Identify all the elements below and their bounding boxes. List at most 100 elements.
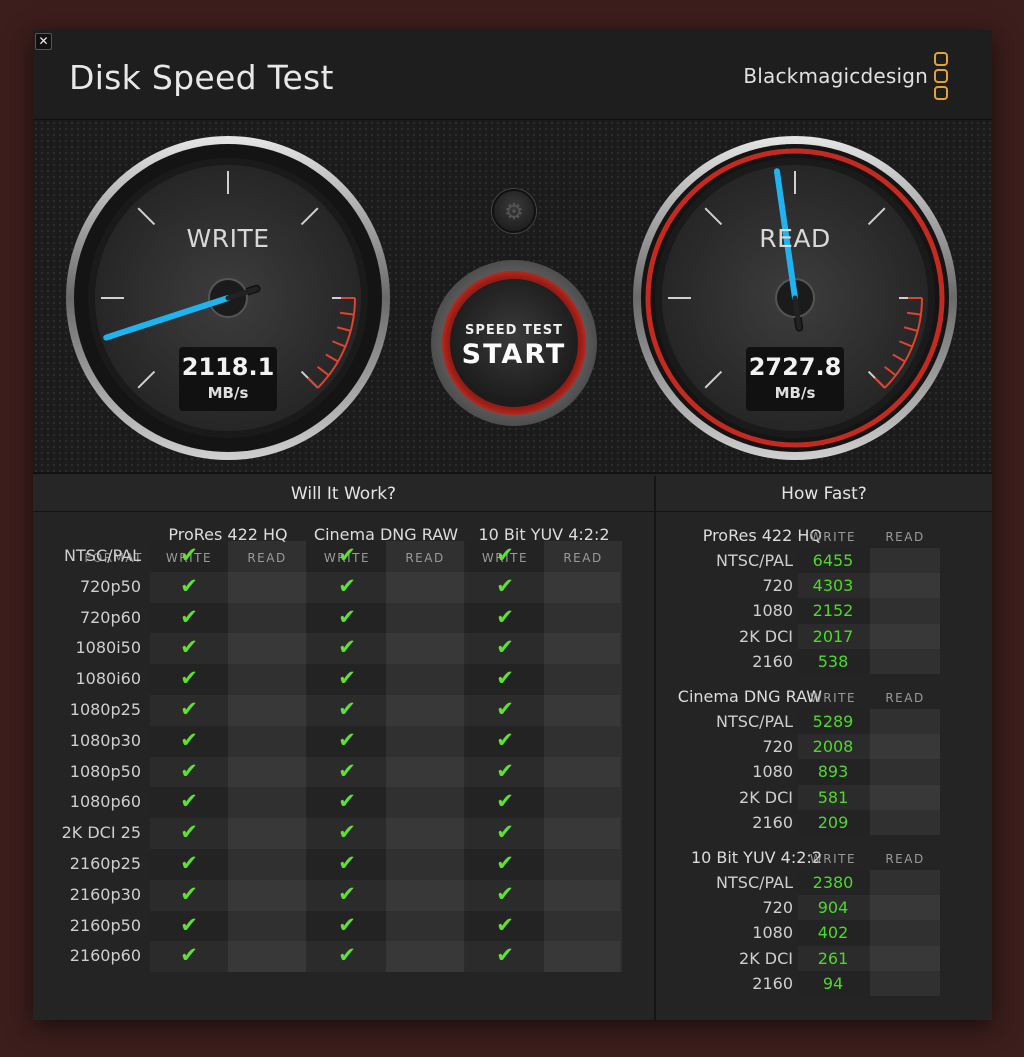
fps-value: 402 <box>817 923 849 943</box>
check-icon: ✔ <box>496 666 514 691</box>
check-icon: ✔ <box>338 666 356 691</box>
format-label: 2160p30 <box>69 884 141 904</box>
check-icon: ✔ <box>338 820 356 845</box>
start-button-label: START <box>461 339 567 370</box>
check-icon: ✔ <box>338 635 356 660</box>
codec-header: 10 Bit YUV 4:2:2 <box>478 525 610 544</box>
format-label: 1080i60 <box>75 669 141 689</box>
format-label: 2160p25 <box>69 854 141 873</box>
check-icon: ✔ <box>496 881 514 906</box>
read-gauge-dial <box>633 136 957 460</box>
resolution-label: 1080 <box>752 601 793 621</box>
check-icon: ✔ <box>180 573 198 598</box>
check-icon: ✔ <box>496 697 514 721</box>
check-icon: ✔ <box>496 789 514 814</box>
check-icon: ✔ <box>180 697 198 721</box>
fps-value: 6455 <box>812 551 854 570</box>
check-icon: ✔ <box>338 543 356 567</box>
format-label: 1080p50 <box>69 761 141 781</box>
how-fast-title: How Fast? <box>656 476 992 512</box>
check-icon: ✔ <box>180 820 198 845</box>
check-icon: ✔ <box>338 573 356 598</box>
start-button[interactable]: SPEED TEST START <box>431 260 597 426</box>
fps-value: 893 <box>817 762 849 782</box>
check-icon: ✔ <box>496 573 514 598</box>
app-title: Disk Speed Test <box>69 58 334 97</box>
format-label: 1080p30 <box>69 730 141 750</box>
check-icon: ✔ <box>338 881 356 906</box>
fps-value: 261 <box>817 948 849 968</box>
format-label: 720p50 <box>79 576 141 596</box>
resolution-label: NTSC/PAL <box>716 551 793 570</box>
read-column-bg <box>870 548 940 674</box>
row-stripe <box>150 818 620 849</box>
read-header: READ <box>247 551 287 565</box>
check-icon: ✔ <box>180 851 198 875</box>
read-header: READ <box>563 551 603 565</box>
check-icon: ✔ <box>496 943 514 968</box>
check-icon: ✔ <box>180 943 198 968</box>
resolution-label: 2K DCI <box>739 626 793 646</box>
start-button-face: SPEED TEST START <box>450 279 578 407</box>
check-icon: ✔ <box>338 727 356 752</box>
settings-button[interactable]: ⚙ <box>492 189 536 233</box>
write-gauge-dial <box>66 136 390 460</box>
fps-value: 2008 <box>812 737 854 757</box>
resolution-label: NTSC/PAL <box>716 873 793 892</box>
row-stripe <box>150 633 620 665</box>
check-icon: ✔ <box>180 604 198 629</box>
read-speed-unit: MB/s <box>774 384 816 402</box>
check-icon: ✔ <box>496 727 514 752</box>
check-icon: ✔ <box>180 789 198 814</box>
resolution-label: 2K DCI <box>739 787 793 807</box>
check-icon: ✔ <box>496 635 514 660</box>
start-button-caption: SPEED TEST <box>465 323 563 338</box>
check-icon: ✔ <box>180 727 198 752</box>
check-icon: ✔ <box>338 912 356 937</box>
read-readout: 2727.8 MB/s <box>746 347 844 411</box>
resolution-label: 1080 <box>752 923 793 943</box>
fps-value: 2380 <box>812 873 854 892</box>
format-label: 720p60 <box>79 607 141 627</box>
resolution-label: 2160 <box>752 812 793 832</box>
fps-value: 538 <box>817 651 849 671</box>
fps-value: 581 <box>817 787 849 807</box>
write-header: WRITE <box>809 852 857 866</box>
fps-value: 4303 <box>812 576 854 596</box>
resolution-label: 720 <box>762 576 793 596</box>
format-label: 2160p50 <box>69 915 141 935</box>
start-button-ring: SPEED TEST START <box>442 271 586 415</box>
resolution-label: 2160 <box>752 973 793 993</box>
check-icon: ✔ <box>338 851 356 875</box>
read-column-bg <box>870 870 940 996</box>
app-window: Disk Speed Test Blackmagicdesign WRITE 2… <box>33 30 992 1020</box>
read-gauge-label: READ <box>759 224 831 253</box>
check-icon: ✔ <box>180 635 198 660</box>
format-label: 1080i50 <box>75 638 141 658</box>
close-button[interactable]: ✕ <box>35 33 52 50</box>
read-header: READ <box>885 691 925 705</box>
panel-divider <box>654 476 656 1020</box>
fps-value: 209 <box>817 812 849 832</box>
check-icon: ✔ <box>180 881 198 906</box>
format-label: 1080p60 <box>69 792 141 812</box>
check-icon: ✔ <box>338 697 356 721</box>
row-stripe <box>150 695 620 726</box>
check-icon: ✔ <box>338 604 356 629</box>
check-icon: ✔ <box>496 851 514 875</box>
gear-icon: ⚙ <box>504 200 524 225</box>
resolution-label: 720 <box>762 737 793 757</box>
write-speed-unit: MB/s <box>207 384 249 402</box>
resolution-label: 2160 <box>752 651 793 671</box>
write-speed-value: 2118.1 <box>181 353 275 381</box>
write-header: WRITE <box>809 530 857 544</box>
fps-value: 904 <box>817 898 849 918</box>
read-header: READ <box>885 530 925 544</box>
check-icon: ✔ <box>180 666 198 691</box>
check-icon: ✔ <box>496 758 514 783</box>
fps-value: 2017 <box>812 626 854 646</box>
resolution-label: NTSC/PAL <box>716 712 793 731</box>
check-icon: ✔ <box>338 789 356 814</box>
resolution-label: 2K DCI <box>739 948 793 968</box>
codec-header: ProRes 422 HQ <box>168 525 288 544</box>
